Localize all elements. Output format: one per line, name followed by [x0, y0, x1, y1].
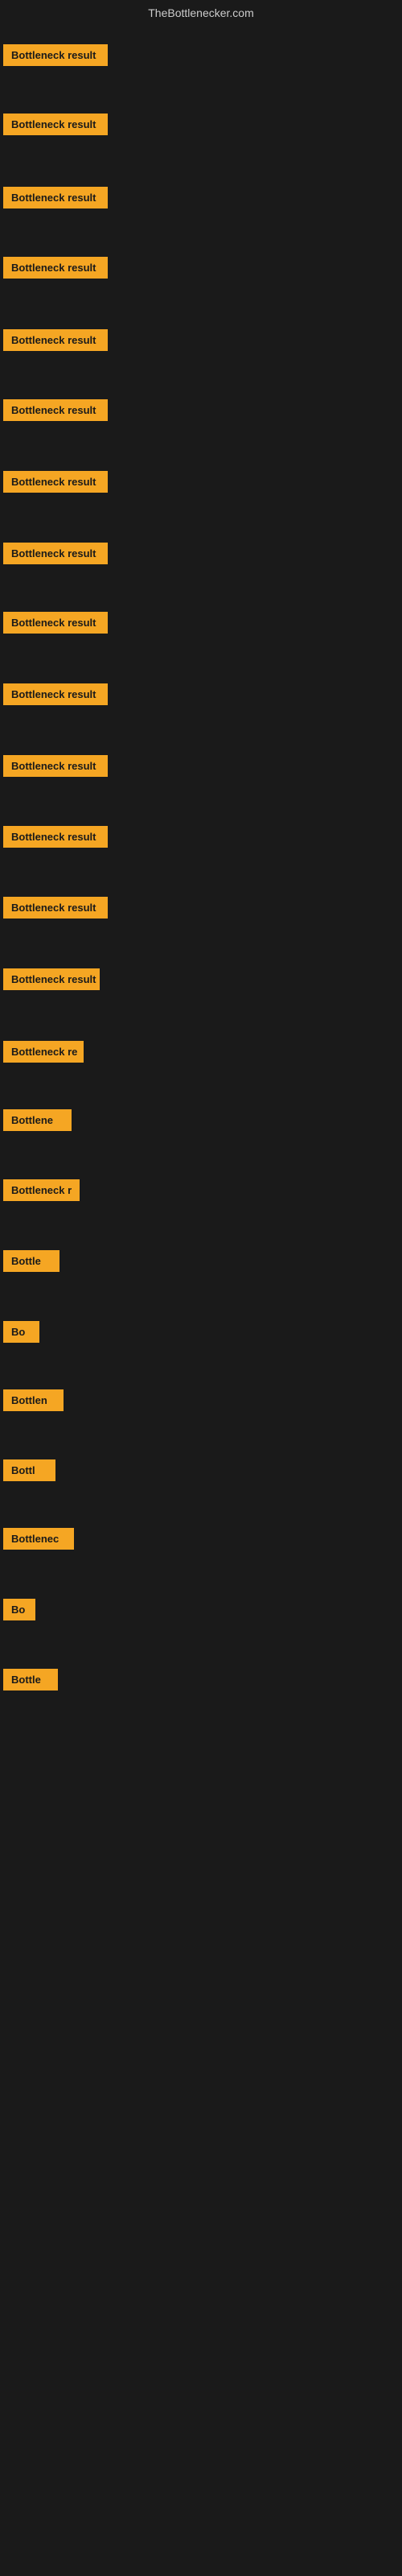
bottleneck-result-badge[interactable]: Bottleneck r: [3, 1179, 80, 1201]
card-row: Bottl: [3, 1459, 55, 1485]
bottleneck-result-badge[interactable]: Bottl: [3, 1459, 55, 1481]
card-row: Bottleneck result: [3, 44, 108, 70]
card-row: Bo: [3, 1321, 39, 1347]
card-row: Bottleneck r: [3, 1179, 80, 1205]
bottleneck-result-badge[interactable]: Bottleneck result: [3, 826, 108, 848]
card-row: Bottleneck result: [3, 612, 108, 638]
card-row: Bottleneck result: [3, 897, 108, 923]
card-row: Bottleneck re: [3, 1041, 84, 1067]
card-row: Bottlene: [3, 1109, 72, 1135]
card-row: Bottle: [3, 1669, 58, 1695]
bottleneck-result-badge[interactable]: Bo: [3, 1321, 39, 1343]
bottleneck-result-badge[interactable]: Bottle: [3, 1669, 58, 1690]
card-row: Bottle: [3, 1250, 59, 1276]
bottleneck-result-badge[interactable]: Bottleneck result: [3, 114, 108, 135]
bottleneck-result-badge[interactable]: Bottleneck result: [3, 329, 108, 351]
bottleneck-result-badge[interactable]: Bottlenec: [3, 1528, 74, 1550]
card-row: Bottleneck result: [3, 257, 108, 283]
bottleneck-result-badge[interactable]: Bottle: [3, 1250, 59, 1272]
bottleneck-result-badge[interactable]: Bottleneck result: [3, 471, 108, 493]
card-row: Bottleneck result: [3, 755, 108, 781]
card-row: Bottleneck result: [3, 826, 108, 852]
bottleneck-result-badge[interactable]: Bottleneck result: [3, 543, 108, 564]
site-header: TheBottlenecker.com: [0, 0, 402, 23]
bottleneck-result-badge[interactable]: Bottleneck result: [3, 257, 108, 279]
bottleneck-result-badge[interactable]: Bottleneck re: [3, 1041, 84, 1063]
card-row: Bottleneck result: [3, 471, 108, 497]
bottleneck-result-badge[interactable]: Bottleneck result: [3, 683, 108, 705]
bottleneck-result-badge[interactable]: Bottleneck result: [3, 612, 108, 634]
bottleneck-result-badge[interactable]: Bottlen: [3, 1389, 64, 1411]
bottleneck-result-badge[interactable]: Bottleneck result: [3, 399, 108, 421]
card-row: Bottleneck result: [3, 968, 100, 994]
card-row: Bottlen: [3, 1389, 64, 1415]
bottleneck-result-badge[interactable]: Bottleneck result: [3, 187, 108, 208]
card-row: Bo: [3, 1599, 35, 1624]
bottleneck-result-badge[interactable]: Bottleneck result: [3, 755, 108, 777]
card-row: Bottlenec: [3, 1528, 74, 1554]
card-row: Bottleneck result: [3, 399, 108, 425]
card-row: Bottleneck result: [3, 543, 108, 568]
bottleneck-result-badge[interactable]: Bottleneck result: [3, 968, 100, 990]
bottleneck-result-badge[interactable]: Bo: [3, 1599, 35, 1620]
card-row: Bottleneck result: [3, 683, 108, 709]
bottleneck-result-badge[interactable]: Bottlene: [3, 1109, 72, 1131]
card-row: Bottleneck result: [3, 329, 108, 355]
site-title: TheBottlenecker.com: [148, 6, 254, 19]
card-row: Bottleneck result: [3, 187, 108, 213]
card-row: Bottleneck result: [3, 114, 108, 139]
bottleneck-result-badge[interactable]: Bottleneck result: [3, 44, 108, 66]
bottleneck-result-badge[interactable]: Bottleneck result: [3, 897, 108, 919]
